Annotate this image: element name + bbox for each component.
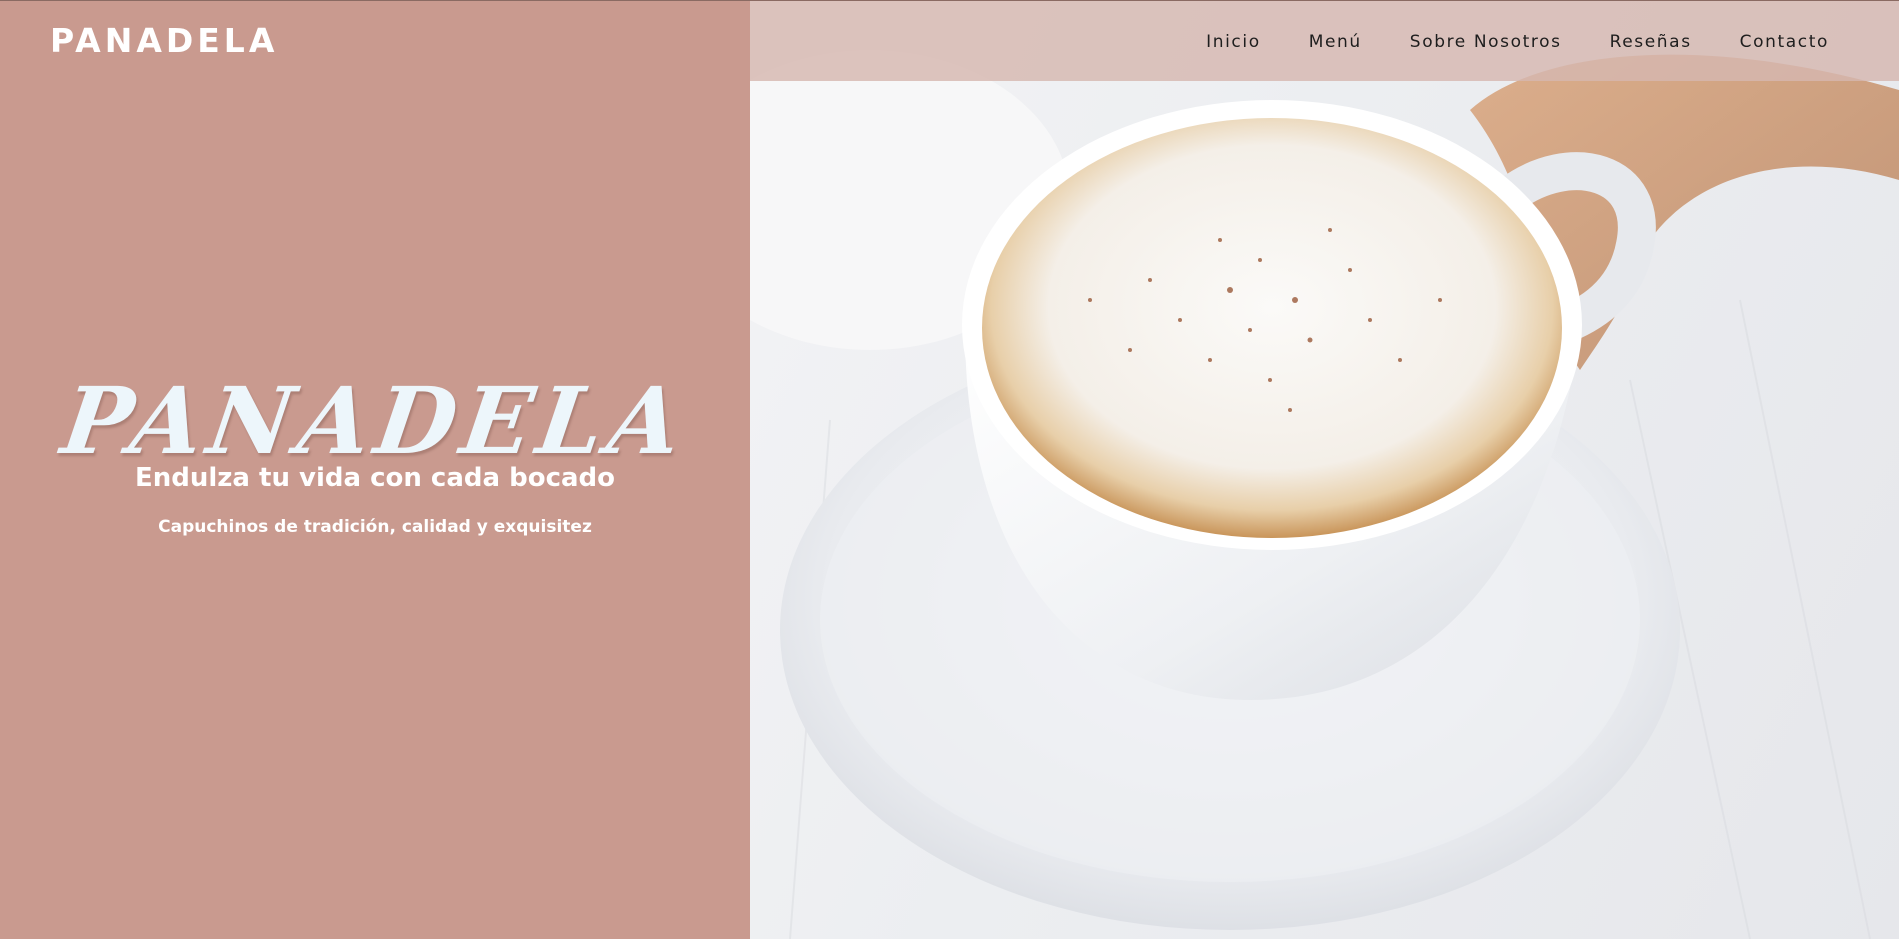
hero-subtitle: Capuchinos de tradición, calidad y exqui… xyxy=(158,517,592,537)
hero-image xyxy=(750,0,1899,939)
main-nav: Inicio Menú Sobre Nosotros Reseñas Conta… xyxy=(1206,1,1829,82)
hero-text: PANADELA Endulza tu vida con cada bocado… xyxy=(0,367,750,537)
left-panel: PANADELA PANADELA Endulza tu vida con ca… xyxy=(0,0,750,939)
nav-link-contacto[interactable]: Contacto xyxy=(1740,32,1829,52)
top-navbar: Inicio Menú Sobre Nosotros Reseñas Conta… xyxy=(750,0,1899,81)
nav-link-sobre-nosotros[interactable]: Sobre Nosotros xyxy=(1410,32,1562,52)
cappuccino-image xyxy=(750,50,1899,939)
nav-link-inicio[interactable]: Inicio xyxy=(1206,32,1261,52)
hero-title: PANADELA xyxy=(55,367,695,475)
site-logo[interactable]: PANADELA xyxy=(50,21,278,60)
nav-link-menu[interactable]: Menú xyxy=(1309,32,1362,52)
landing-page: PANADELA PANADELA Endulza tu vida con ca… xyxy=(0,0,1899,939)
nav-link-resenas[interactable]: Reseñas xyxy=(1610,32,1692,52)
